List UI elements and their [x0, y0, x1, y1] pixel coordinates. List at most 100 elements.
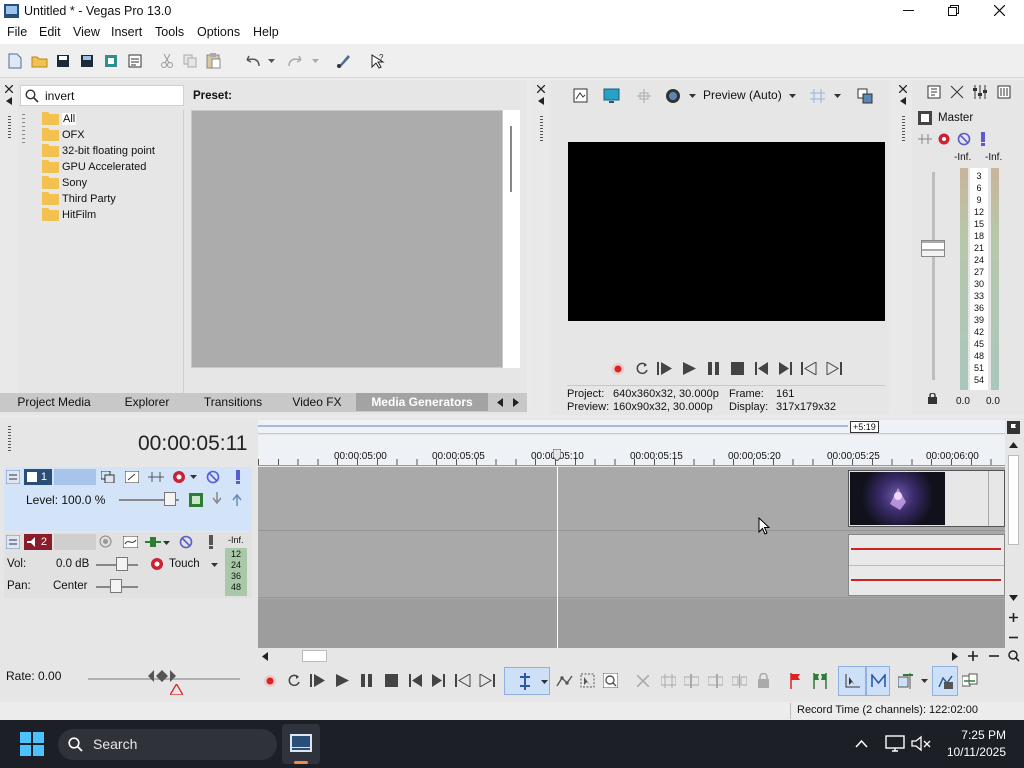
insert-region-icon[interactable] [812, 673, 828, 689]
paste-icon[interactable] [206, 53, 221, 69]
new-project-icon[interactable] [8, 53, 22, 69]
go-to-start-icon[interactable] [755, 362, 768, 375]
open-folder-icon[interactable] [31, 54, 48, 68]
audio-track-header[interactable]: 2 -Inf. Vol: 0.0 dB Touch Pan: Center 12… [4, 532, 252, 598]
trim-icon[interactable] [661, 674, 676, 688]
pin-arrow-icon[interactable] [900, 97, 906, 105]
show-hidden-icons-chevron-icon[interactable] [855, 740, 868, 748]
preset-list[interactable] [191, 110, 503, 368]
close-window-icon[interactable] [899, 85, 907, 93]
normal-edit-tool-button[interactable] [504, 667, 550, 695]
close-button[interactable] [985, 0, 1015, 22]
drag-handle[interactable] [540, 116, 543, 142]
track-fx-icon[interactable] [125, 471, 139, 483]
scroll-down-icon[interactable] [1009, 595, 1018, 601]
ignore-event-grouping-icon[interactable] [962, 673, 978, 689]
automation-mode[interactable]: Touch [169, 558, 200, 570]
taskbar-clock-time[interactable]: 7:25 PM [956, 728, 1006, 742]
pin-arrow-icon[interactable] [538, 97, 544, 105]
preset-scrollbar[interactable] [503, 110, 520, 368]
tab-scroll-right-icon[interactable] [513, 398, 519, 407]
master-fader-thumb[interactable] [921, 240, 945, 257]
play-from-start-icon[interactable] [310, 674, 326, 687]
mixer-options-icon[interactable] [997, 85, 1011, 99]
snapping-button[interactable] [838, 666, 866, 696]
automation-dropdown-icon[interactable] [190, 475, 197, 479]
insert-marker-icon[interactable] [789, 673, 801, 689]
undo-dropdown-icon[interactable] [268, 59, 275, 63]
delete-icon[interactable] [637, 675, 649, 687]
make-compositing-child-icon[interactable] [212, 492, 222, 506]
stop-icon[interactable] [385, 674, 398, 687]
tab-project-media[interactable]: Project Media [5, 393, 103, 411]
track-lanes[interactable] [258, 467, 1005, 648]
invert-phase-icon[interactable] [123, 536, 138, 548]
previous-frame-icon[interactable] [455, 674, 471, 687]
tree-item-32bit[interactable]: 32-bit floating point [42, 144, 155, 158]
vol-slider-thumb[interactable] [116, 557, 128, 571]
menu-tools[interactable]: Tools [155, 25, 184, 39]
compositing-mode-icon[interactable] [148, 472, 164, 482]
marker-bar[interactable]: +5:19 [258, 420, 1005, 434]
copy-snapshot-icon[interactable] [857, 88, 873, 104]
time-ruler[interactable]: 00:00:05:00 00:00:05:05 00:00:05:10 00:0… [258, 435, 1005, 466]
mute-icon[interactable] [179, 535, 193, 549]
overlays-dropdown-icon[interactable] [689, 94, 696, 98]
pause-icon[interactable] [360, 674, 373, 687]
scroll-up-icon[interactable] [1009, 442, 1018, 448]
properties-icon[interactable] [128, 54, 142, 68]
tab-video-fx[interactable]: Video FX [283, 393, 351, 411]
track-name-field[interactable] [54, 469, 96, 485]
render-brush-icon[interactable] [336, 53, 352, 69]
audio-event-clip[interactable] [848, 534, 1005, 596]
make-compositing-parent-icon[interactable] [232, 492, 242, 506]
undo-icon[interactable] [243, 55, 261, 67]
next-frame-icon[interactable] [826, 362, 842, 375]
trim-start-icon[interactable] [684, 674, 699, 688]
grid-dropdown-icon[interactable] [834, 94, 841, 98]
tree-item-gpu[interactable]: GPU Accelerated [42, 160, 146, 174]
split-screen-icon[interactable] [636, 89, 652, 103]
loop-playback-icon[interactable] [287, 673, 301, 688]
go-to-end-icon[interactable] [432, 674, 445, 687]
play-from-start-icon[interactable] [657, 362, 673, 375]
tree-item-third-party[interactable]: Third Party [42, 192, 116, 206]
preset-scroll-thumb[interactable] [510, 126, 512, 192]
solo-icon[interactable] [208, 535, 214, 549]
lock-icon[interactable] [928, 393, 937, 404]
drag-handle[interactable] [8, 116, 11, 138]
track-expand-icon[interactable] [6, 470, 20, 484]
stop-icon[interactable] [731, 362, 744, 375]
menu-options[interactable]: Options [197, 25, 240, 39]
video-event-clip[interactable] [848, 470, 1005, 527]
zoom-out-vertical-icon[interactable] [1008, 632, 1019, 643]
h-scroll-thumb[interactable] [302, 650, 327, 662]
windows-start-icon[interactable] [20, 732, 44, 756]
pin-arrow-icon[interactable] [6, 97, 12, 105]
video-output-fx-icon[interactable] [573, 88, 588, 103]
taskbar-clock-date[interactable]: 10/11/2025 [941, 745, 1006, 759]
network-icon[interactable] [885, 735, 905, 752]
envelope-edit-tool-icon[interactable] [556, 674, 573, 688]
scroll-thumb[interactable] [1008, 455, 1019, 545]
playhead-handle-icon[interactable] [553, 449, 561, 461]
lock-envelopes-button[interactable] [932, 666, 958, 696]
automation-gear-icon[interactable] [150, 557, 164, 571]
taskbar-search-box[interactable]: Search [58, 729, 277, 760]
maximize-button[interactable] [939, 0, 969, 22]
track-motion-icon[interactable] [101, 471, 115, 483]
tab-media-generators[interactable]: Media Generators [356, 393, 488, 411]
drag-handle[interactable] [8, 426, 11, 452]
selection-edit-tool-icon[interactable] [580, 673, 595, 688]
marker-flag-icon[interactable] [1007, 421, 1020, 434]
track-fx-icon[interactable] [145, 536, 161, 548]
track-name-field[interactable] [54, 534, 96, 550]
mute-icon[interactable] [206, 470, 220, 484]
automation-gear-icon[interactable] [172, 470, 186, 484]
mute-icon[interactable] [957, 132, 971, 146]
tree-item-sony[interactable]: Sony [42, 176, 87, 190]
solo-icon[interactable] [980, 132, 986, 146]
track-fx-dropdown-icon[interactable] [163, 541, 170, 545]
save-icon[interactable] [56, 54, 70, 68]
plugin-search-input[interactable]: invert [45, 89, 74, 103]
